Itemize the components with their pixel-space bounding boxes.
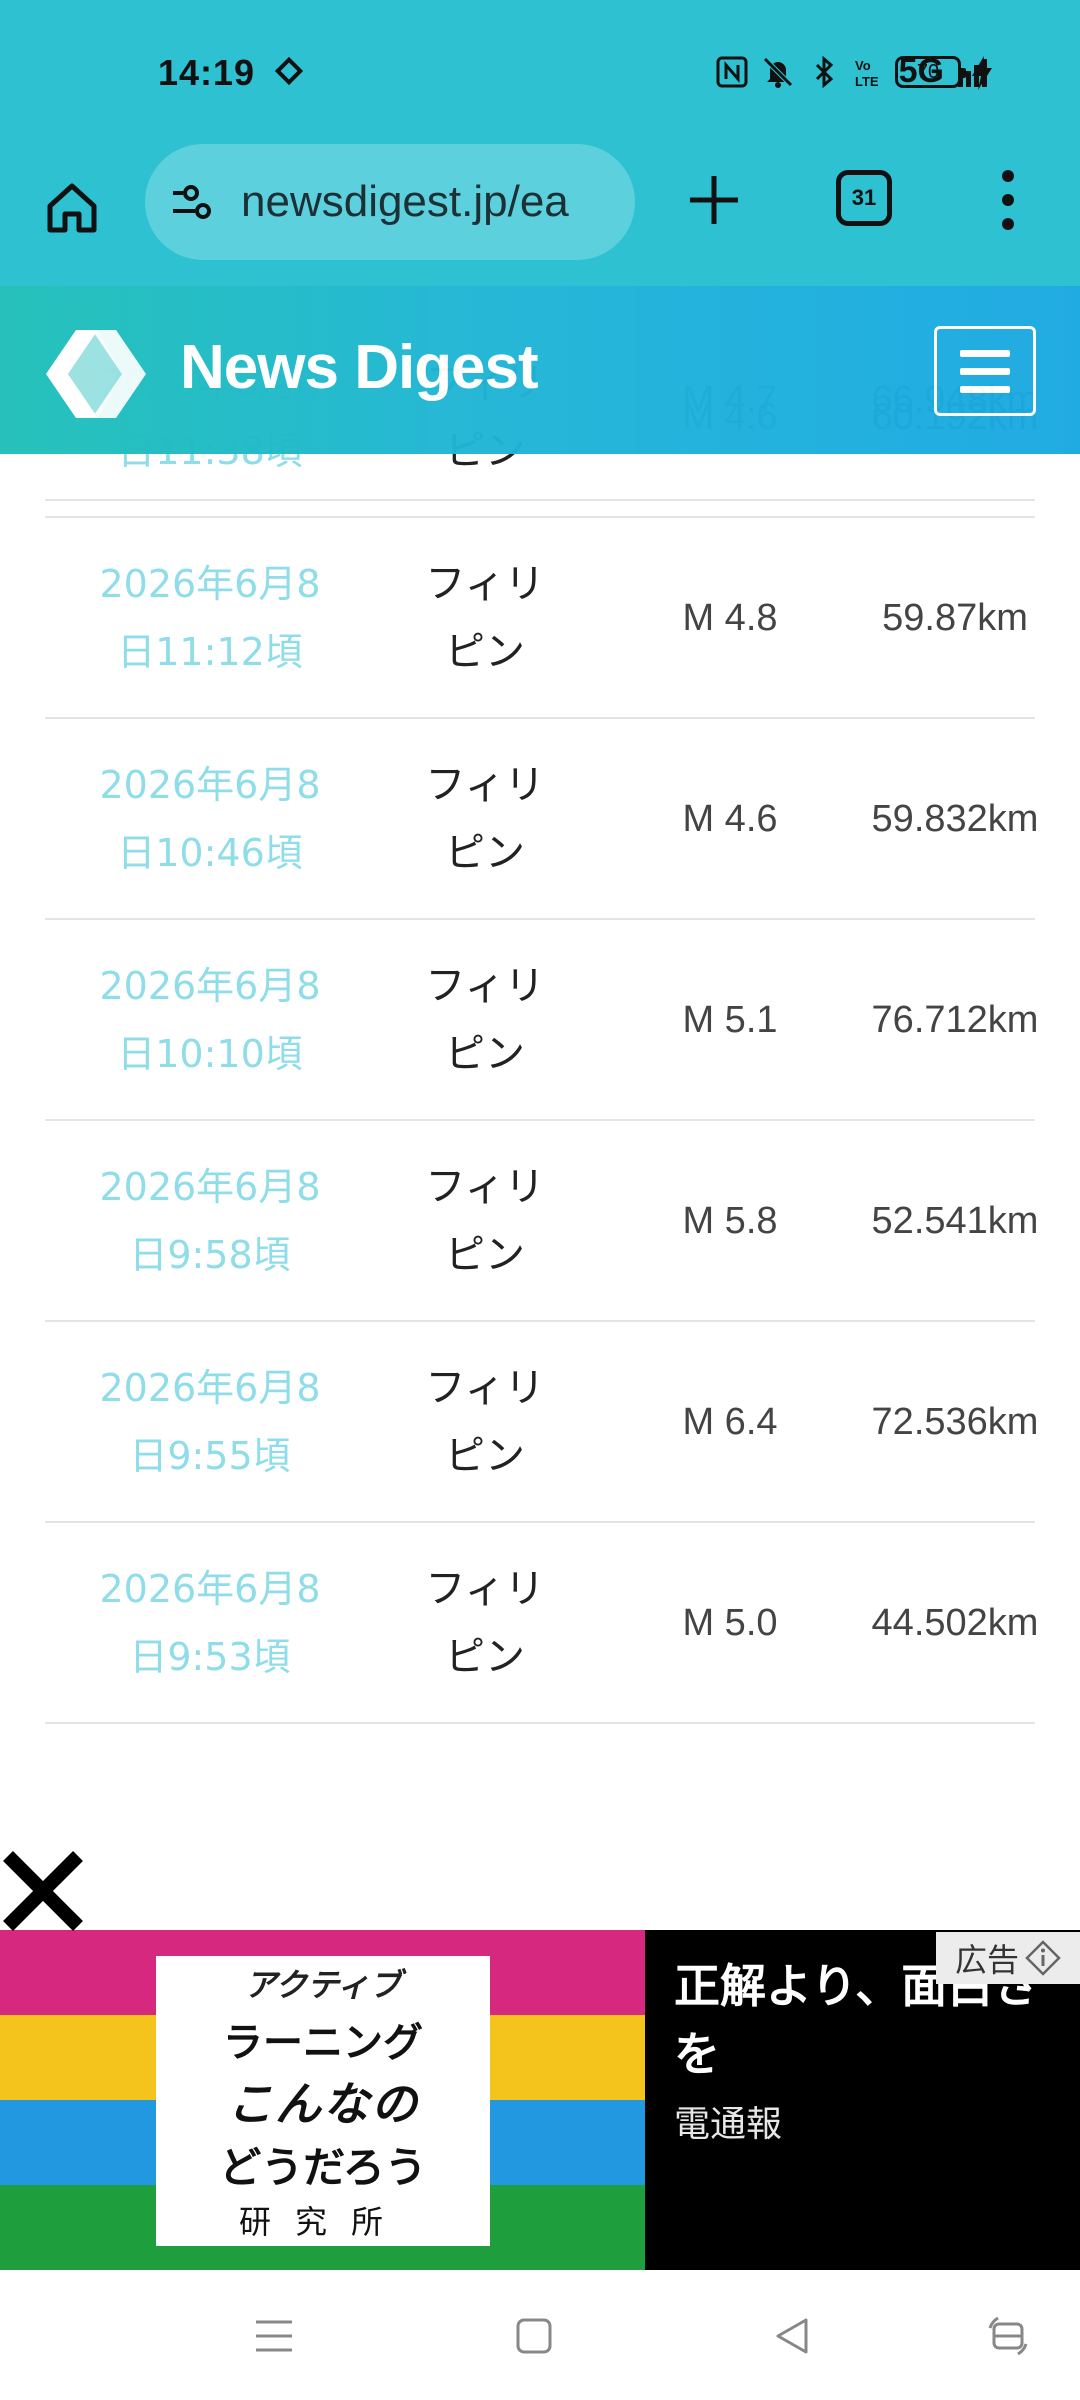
ad-card-line: ラーニング [223, 2019, 423, 2066]
home-icon[interactable] [42, 178, 102, 238]
url-bar[interactable]: newsdigest.jp/ea [145, 144, 635, 260]
ad-banner[interactable]: アクティブ ラーニング こんなの どうだろう 研究所 正解より、面白さを 電通報 [0, 1930, 1080, 2270]
info-icon [1025, 1940, 1061, 1976]
nfc-icon [716, 56, 748, 87]
table-row: 2026年6月8日11:12頃 フィリピン M 4.8 59.87km [45, 518, 1035, 719]
date-link[interactable]: 2026年6月8日11:12頃 [45, 518, 375, 718]
ad-card-line: アクティブ [244, 1965, 402, 2004]
ad-card-line: どうだろう [219, 2142, 427, 2192]
depth-cell: 72.536km [871, 1400, 1039, 1443]
diamond-icon [274, 56, 304, 86]
recents-menu-icon[interactable] [252, 2314, 296, 2358]
ad-close-icon[interactable] [0, 1848, 86, 1934]
browser-toolbar: newsdigest.jp/ea 31 [0, 140, 1080, 286]
tab-switcher-button[interactable]: 31 [836, 170, 892, 226]
system-nav-bar [0, 2270, 1080, 2400]
svg-text:LTE: LTE [855, 74, 879, 89]
place-cell: フィリピン [425, 1365, 545, 1479]
table-row: 2026年6月8日10:10頃 フィリピン M 5.1 76.712km [45, 920, 1038, 1121]
place-cell: フィリピン [425, 1164, 545, 1278]
svg-text:Vo: Vo [855, 58, 871, 73]
menu-button[interactable] [934, 326, 1036, 416]
table-row: 2026年6月8日9:55頃 フィリピン M 6.4 72.536km [45, 1322, 1038, 1523]
date-link[interactable]: 2026年6月8日9:53頃 [45, 1523, 375, 1723]
depth-cell: 52.541km [871, 1199, 1039, 1242]
tab-count: 31 [851, 185, 877, 210]
battery-level: 70 [916, 60, 940, 83]
back-icon[interactable] [770, 2314, 814, 2358]
mute-icon [762, 56, 793, 88]
rotate-screen-icon[interactable] [986, 2314, 1030, 2358]
bluetooth-icon [815, 55, 833, 88]
table-row: 2026年6月8日9:53頃 フィリピン M 5.0 44.502km [45, 1523, 1038, 1724]
status-bar: 14:19 Vo LTE 5G 70 [0, 0, 1080, 140]
more-menu-icon[interactable] [996, 170, 1020, 230]
ad-card-line: こんなの [227, 2076, 419, 2131]
volte-icon: VoLTE [855, 58, 879, 89]
ad-card-line: 研究所 [238, 2202, 407, 2241]
place-cell: フィリピン [425, 762, 545, 876]
url-text[interactable]: newsdigest.jp/ea [241, 177, 569, 227]
place-cell: フィリピン [425, 1566, 545, 1680]
ad-label: 広告 [954, 1941, 1019, 1979]
date-link[interactable]: 2026年6月8日9:58頃 [45, 1121, 375, 1321]
charging-icon [972, 56, 992, 90]
place-cell: フィリピン [425, 561, 545, 675]
clock: 14:19 [158, 52, 256, 93]
date-link[interactable]: 2026年6月8日10:46頃 [45, 719, 375, 919]
site-header: News Digest [0, 286, 1080, 454]
table-row: 2026年6月8日9:58頃 フィリピン M 5.8 52.541km [45, 1121, 1038, 1322]
place-cell: フィリピン [425, 963, 545, 1077]
depth-cell: 59.832km [871, 797, 1039, 840]
logo-icon[interactable] [46, 326, 156, 422]
battery-icon: 70 [895, 56, 966, 88]
depth-cell: 59.87km [882, 596, 1028, 639]
ad-image[interactable]: アクティブ ラーニング こんなの どうだろう 研究所 [156, 1956, 490, 2246]
site-settings-icon[interactable] [169, 181, 219, 223]
ad-info-badge[interactable]: 広告 [936, 1932, 1080, 1984]
depth-cell: 76.712km [871, 998, 1039, 1041]
home-square-icon[interactable] [512, 2314, 556, 2358]
date-link[interactable]: 2026年6月8日9:55頃 [45, 1322, 375, 1522]
ad-sponsor: 電通報 [674, 2104, 783, 2145]
new-tab-icon[interactable] [686, 172, 742, 228]
depth-cell: 44.502km [871, 1601, 1039, 1644]
logo-text[interactable]: News Digest [180, 332, 539, 403]
date-link[interactable]: 2026年6月8日10:10頃 [45, 920, 375, 1120]
table-row: 2026年6月8日10:46頃 フィリピン M 4.6 59.832km [45, 719, 1038, 920]
